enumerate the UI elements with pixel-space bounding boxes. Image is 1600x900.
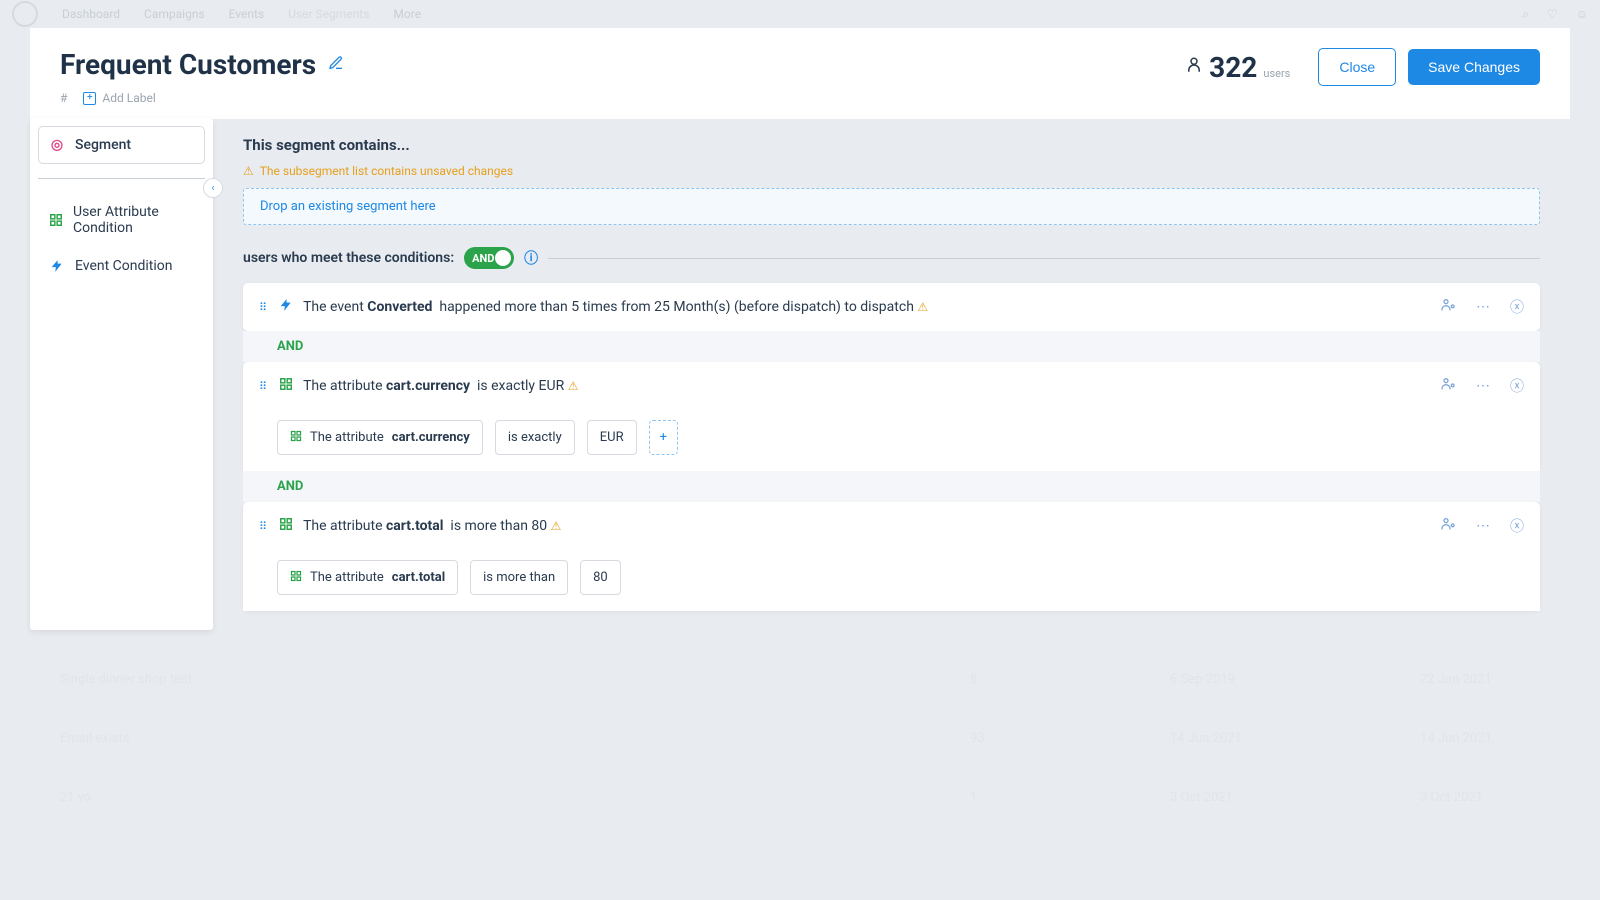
- hash-label: #: [60, 91, 67, 105]
- remove-icon[interactable]: ⓧ: [1510, 516, 1524, 536]
- avatar-icon[interactable]: ☺: [1576, 7, 1588, 21]
- edit-title-icon[interactable]: [328, 55, 344, 75]
- bell-icon[interactable]: ♡: [1547, 7, 1558, 21]
- close-button[interactable]: Close: [1318, 48, 1396, 86]
- operator-chip[interactable]: is exactly: [495, 420, 575, 455]
- collapse-sidebar-icon[interactable]: ‹: [203, 178, 223, 198]
- attribute-chip[interactable]: The attribute cart.total: [277, 560, 458, 595]
- nav-campaigns[interactable]: Campaigns: [144, 7, 205, 21]
- topnav: Dashboard Campaigns Events User Segments…: [0, 0, 1600, 28]
- condition-text: The attribute cart.currency is exactly E…: [303, 378, 1430, 394]
- section-title: This segment contains...: [243, 136, 1540, 154]
- sidebar: ‹ ◎ Segment User Attribute Condition Eve…: [30, 118, 213, 630]
- user-match-icon[interactable]: [1440, 297, 1456, 317]
- attribute-chip[interactable]: The attribute cart.currency: [277, 420, 483, 455]
- unsaved-warning: ⚠ The subsegment list contains unsaved c…: [243, 164, 1540, 178]
- sidebar-item-attribute-condition[interactable]: User Attribute Condition: [38, 193, 205, 247]
- drag-handle-icon[interactable]: ⠿: [259, 301, 269, 314]
- remove-icon[interactable]: ⓧ: [1510, 297, 1524, 317]
- more-icon[interactable]: ⋯: [1476, 299, 1490, 315]
- warning-icon: ⚠: [917, 300, 928, 314]
- condition-card: ⠿ The event Converted happened more than…: [243, 283, 1540, 331]
- condition-row-attribute[interactable]: ⠿ The attribute cart.total is more than …: [243, 502, 1540, 550]
- nav-dashboard[interactable]: Dashboard: [62, 7, 120, 21]
- segment-dropzone[interactable]: Drop an existing segment here: [243, 188, 1540, 225]
- nav-more[interactable]: More: [393, 7, 421, 21]
- remove-icon[interactable]: ⓧ: [1510, 376, 1524, 396]
- and-separator: AND: [243, 331, 1540, 362]
- modal-header: Frequent Customers # + Add Label 322 use…: [30, 28, 1570, 120]
- search-icon[interactable]: ⌕: [1522, 7, 1529, 22]
- user-count-value: 322: [1209, 51, 1257, 84]
- drag-handle-icon[interactable]: ⠿: [259, 380, 269, 393]
- event-icon: [279, 298, 293, 316]
- value-chip[interactable]: 80: [580, 560, 621, 595]
- sidebar-item-event-condition[interactable]: Event Condition: [38, 247, 205, 285]
- warning-icon: ⚠: [551, 519, 562, 533]
- operator-chip[interactable]: is more than: [470, 560, 568, 595]
- conditions-header: users who meet these conditions: AND ⓘ: [243, 247, 1540, 269]
- add-condition-icon[interactable]: +: [649, 420, 678, 455]
- condition-detail: The attribute cart.total is more than 80: [243, 550, 1540, 611]
- condition-text: The attribute cart.total is more than 80…: [303, 518, 1430, 534]
- sidebar-item-segment[interactable]: ◎ Segment: [38, 126, 205, 164]
- save-changes-button[interactable]: Save Changes: [1408, 49, 1540, 85]
- and-or-toggle[interactable]: AND: [464, 247, 514, 269]
- user-match-icon[interactable]: [1440, 516, 1456, 536]
- condition-card: ⠿ The attribute cart.currency is exactly…: [243, 362, 1540, 471]
- more-icon[interactable]: ⋯: [1476, 378, 1490, 394]
- attribute-icon: [279, 517, 293, 535]
- and-separator: AND: [243, 471, 1540, 502]
- info-icon[interactable]: ⓘ: [524, 248, 538, 268]
- attribute-icon: [290, 570, 302, 585]
- condition-row-attribute[interactable]: ⠿ The attribute cart.currency is exactly…: [243, 362, 1540, 410]
- nav-events[interactable]: Events: [229, 7, 265, 21]
- attribute-icon: [49, 213, 63, 227]
- condition-text: The event Converted happened more than 5…: [303, 299, 1430, 315]
- value-chip[interactable]: EUR: [587, 420, 637, 455]
- app-logo-icon: [12, 1, 38, 27]
- drag-handle-icon[interactable]: ⠿: [259, 520, 269, 533]
- user-count-label: users: [1263, 67, 1290, 80]
- event-icon: [49, 259, 65, 273]
- nav-user-segments[interactable]: User Segments: [288, 7, 369, 21]
- attribute-icon: [279, 377, 293, 395]
- more-icon[interactable]: ⋯: [1476, 518, 1490, 534]
- user-match-icon[interactable]: [1440, 376, 1456, 396]
- main-panel: This segment contains... ⚠ The subsegmen…: [213, 120, 1570, 630]
- add-label-button[interactable]: + Add Label: [83, 91, 155, 105]
- divider: [38, 178, 205, 179]
- segment-icon: ◎: [49, 137, 65, 153]
- attribute-icon: [290, 430, 302, 445]
- user-count: 322 users: [1185, 51, 1290, 84]
- segment-title: Frequent Customers: [60, 48, 316, 81]
- condition-detail: The attribute cart.currency is exactly E…: [243, 410, 1540, 471]
- plus-icon: +: [83, 92, 96, 105]
- warning-icon: ⚠: [568, 379, 579, 393]
- condition-card: ⠿ The attribute cart.total is more than …: [243, 502, 1540, 611]
- user-icon: [1185, 56, 1203, 79]
- warning-icon: ⚠: [243, 164, 254, 178]
- condition-row-event[interactable]: ⠿ The event Converted happened more than…: [243, 283, 1540, 331]
- segment-editor-modal: Frequent Customers # + Add Label 322 use…: [30, 28, 1570, 900]
